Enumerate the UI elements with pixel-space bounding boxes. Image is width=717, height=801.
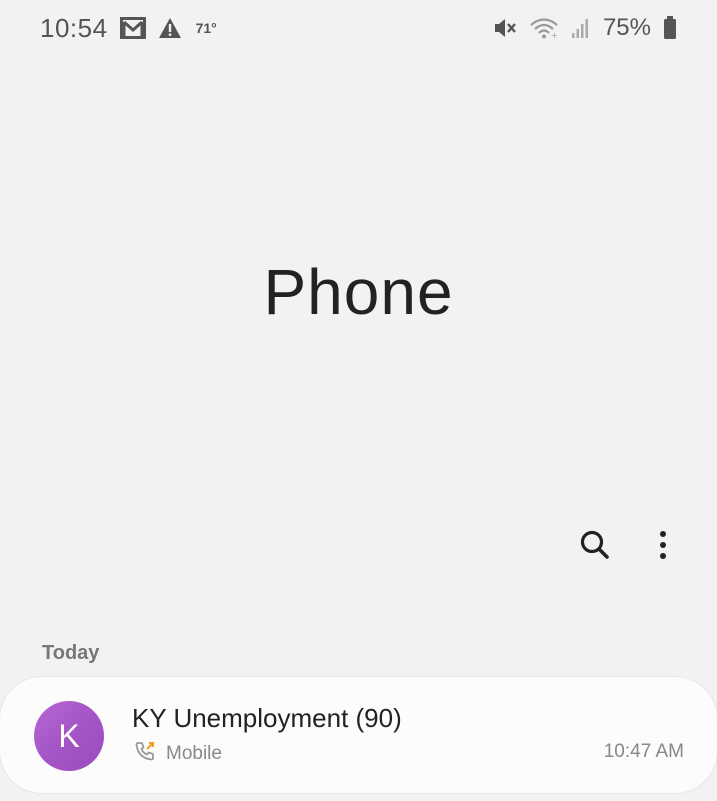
avatar[interactable]: K (34, 701, 104, 771)
status-left: 10:54 71° (40, 13, 217, 44)
gmail-icon (119, 17, 146, 39)
page-title: Phone (263, 256, 454, 328)
mute-icon (493, 17, 517, 39)
avatar-initial: K (58, 717, 80, 754)
call-time: 10:47 AM (603, 741, 684, 762)
outgoing-call-icon (134, 740, 156, 767)
contact-name: KY Unemployment (90) (132, 703, 402, 733)
status-right: + 75% (493, 14, 677, 42)
call-details: Mobile (134, 740, 222, 767)
warning-icon (158, 17, 182, 39)
signal-icon (571, 17, 591, 39)
temperature-text: 71° (195, 20, 217, 36)
more-options-icon (658, 529, 668, 566)
more-options-button[interactable] (644, 528, 682, 566)
section-header-today: Today (42, 642, 100, 664)
battery-icon (663, 16, 677, 40)
status-time: 10:54 (40, 12, 108, 43)
wifi-icon: + (529, 17, 559, 39)
svg-text:+: + (551, 31, 558, 39)
search-button[interactable] (576, 528, 614, 566)
call-log-item[interactable]: K KY Unemployment (90) Mobile 10:47 AM (0, 677, 717, 793)
status-bar: 10:54 71° + 75% (0, 0, 717, 56)
battery-percent: 75% (602, 14, 651, 41)
call-type-label: Mobile (166, 742, 222, 764)
search-icon (579, 529, 611, 566)
